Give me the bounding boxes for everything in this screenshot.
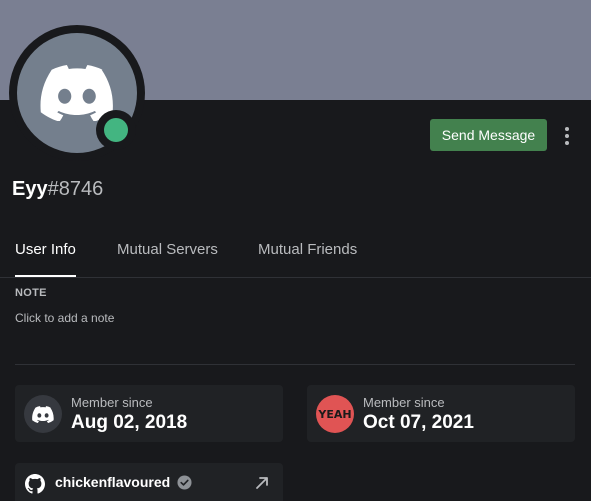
username: Eyy [12,178,48,200]
member-since-server: YEAH Member since Oct 07, 2021 [307,385,575,442]
status-indicator [96,110,136,150]
member-since-date: Aug 02, 2018 [71,412,188,433]
profile-tabs: User Info Mutual Servers Mutual Friends [0,232,591,278]
verified-icon [177,475,192,490]
discord-logo-icon [40,65,113,121]
external-link-icon[interactable] [255,476,269,490]
note-input[interactable]: Click to add a note [15,311,315,325]
member-since-discord: Member since Aug 02, 2018 [15,385,283,442]
server-yeah-icon[interactable]: YEAH [316,395,354,433]
tab-mutual-servers[interactable]: Mutual Servers [117,241,218,258]
username-tag: Eyy#8746 [12,178,103,201]
github-icon [25,474,45,494]
send-message-button[interactable]: Send Message [430,119,547,151]
more-options-button[interactable] [558,124,576,148]
section-divider [15,364,575,365]
member-since-date: Oct 07, 2021 [363,412,474,433]
connection-github: chickenflavoured [15,463,283,501]
tab-mutual-friends[interactable]: Mutual Friends [258,241,357,258]
member-since-label: Member since [71,395,153,410]
tabs-divider [0,277,591,278]
tab-user-info[interactable]: User Info [15,241,76,258]
discord-logo-icon [24,395,62,433]
discriminator: #8746 [47,178,104,200]
member-since-label: Member since [363,395,445,410]
more-vertical-icon [565,127,569,131]
online-status-icon [104,118,128,142]
svg-text:YEAH: YEAH [317,408,351,421]
connection-name: chickenflavoured [55,474,171,490]
note-heading: NOTE [15,287,47,299]
